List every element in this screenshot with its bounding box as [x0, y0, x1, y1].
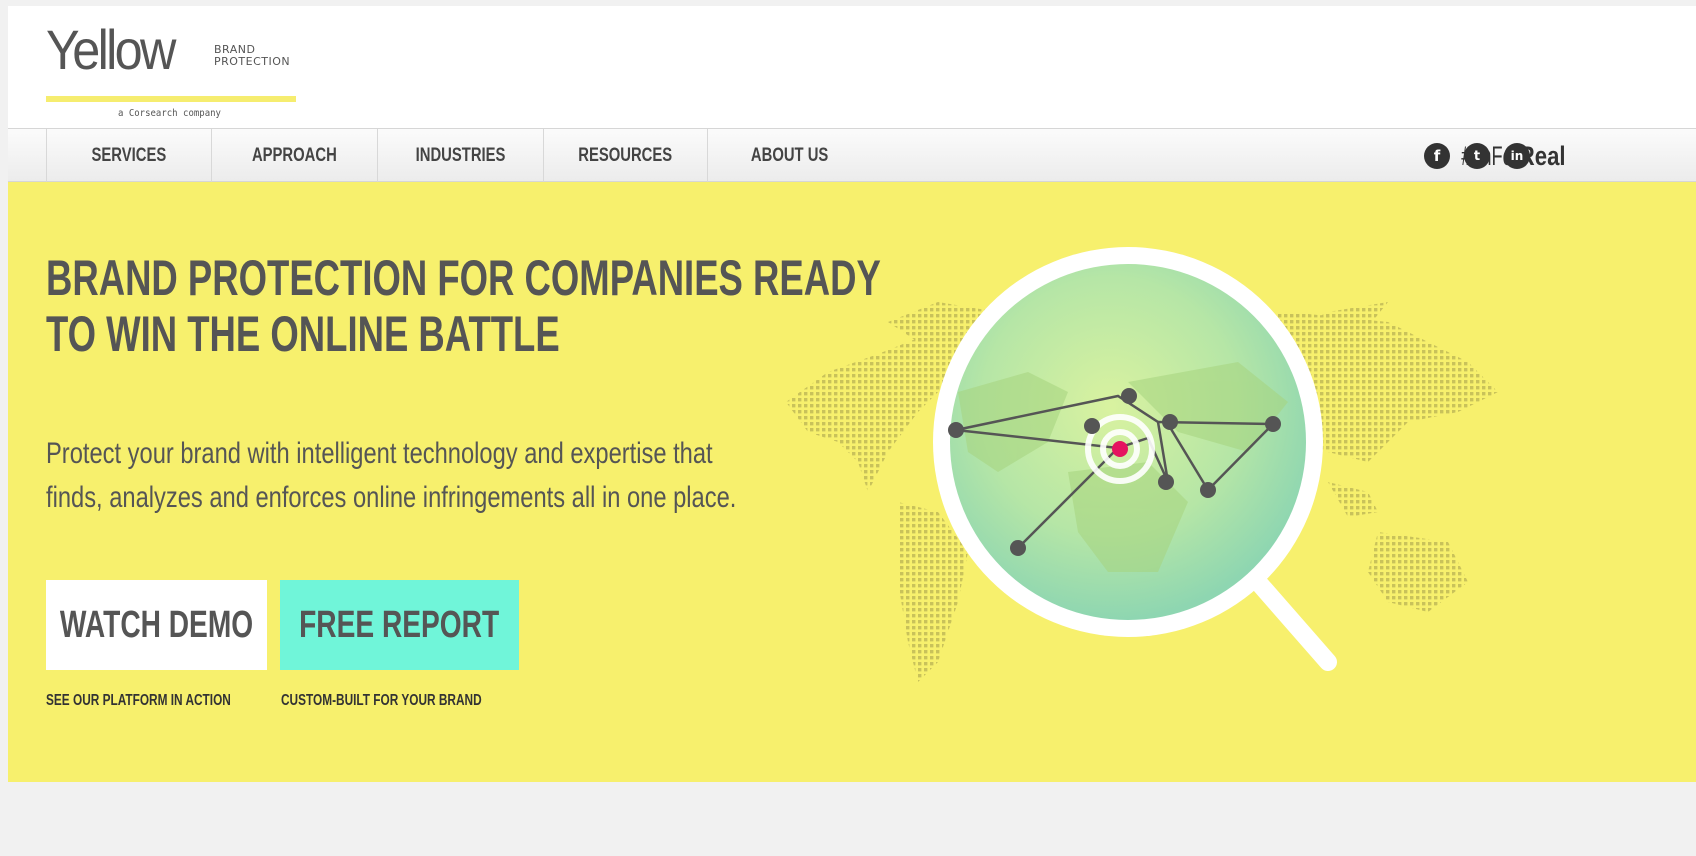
- page: Yellow BRAND PROTECTION a Corsearch comp…: [0, 0, 1696, 856]
- nav-item-label: ABOUT US: [751, 144, 829, 166]
- nav-item-label: APPROACH: [252, 144, 337, 166]
- logo-tagline: a Corsearch company: [118, 108, 221, 119]
- free-report-caption-text: CUSTOM-BUILT FOR YOUR BRAND: [281, 692, 482, 709]
- free-report-button[interactable]: FREE REPORT: [280, 580, 519, 670]
- logo-subtitle: BRAND PROTECTION: [214, 44, 290, 68]
- linkedin-icon[interactable]: in: [1504, 143, 1530, 169]
- twitter-icon[interactable]: t: [1464, 143, 1490, 169]
- main-nav: SERVICES APPROACH INDUSTRIES RESOURCES A…: [8, 128, 1696, 182]
- nav-item-industries[interactable]: INDUSTRIES: [378, 129, 544, 182]
- bottom-strip: [8, 782, 1696, 856]
- logo-wordmark: Yellow: [46, 18, 176, 81]
- logo-subtitle-line2: PROTECTION: [214, 55, 291, 68]
- world-map-magnifier-illustration: [786, 247, 1498, 682]
- free-report-label: FREE REPORT: [299, 603, 500, 646]
- nav-item-label: INDUSTRIES: [415, 144, 506, 166]
- hero-section: BRAND PROTECTION FOR COMPANIES READY TO …: [8, 182, 1696, 782]
- logo[interactable]: Yellow BRAND PROTECTION a Corsearch comp…: [46, 22, 306, 122]
- hero-subcopy-line2: finds, analyzes and enforces online infr…: [46, 481, 737, 514]
- free-report-caption: CUSTOM-BUILT FOR YOUR BRAND: [281, 692, 552, 710]
- nav-item-about-us[interactable]: ABOUT US: [708, 129, 872, 182]
- nav-item-label: SERVICES: [91, 144, 167, 166]
- hero-subcopy-line1: Protect your brand with intelligent tech…: [46, 437, 713, 470]
- logo-underline: [46, 96, 296, 102]
- target-point: [1112, 441, 1128, 457]
- facebook-icon[interactable]: f: [1424, 143, 1450, 169]
- hero-headline-line1: BRAND PROTECTION FOR COMPANIES READY: [46, 250, 881, 306]
- nav-item-resources[interactable]: RESOURCES: [544, 129, 708, 182]
- hero-headline-line2: TO WIN THE ONLINE BATTLE: [46, 306, 560, 362]
- watch-demo-button[interactable]: WATCH DEMO: [46, 580, 267, 670]
- watch-demo-caption: SEE OUR PLATFORM IN ACTION: [46, 692, 296, 710]
- nav-item-label: RESOURCES: [578, 144, 673, 166]
- nav-item-approach[interactable]: APPROACH: [212, 129, 378, 182]
- magnifier-handle: [1249, 573, 1337, 671]
- nav-item-services[interactable]: SERVICES: [46, 129, 212, 182]
- site-header: Yellow BRAND PROTECTION a Corsearch comp…: [8, 6, 1696, 128]
- watch-demo-label: WATCH DEMO: [59, 603, 254, 646]
- watch-demo-caption-text: SEE OUR PLATFORM IN ACTION: [46, 692, 231, 709]
